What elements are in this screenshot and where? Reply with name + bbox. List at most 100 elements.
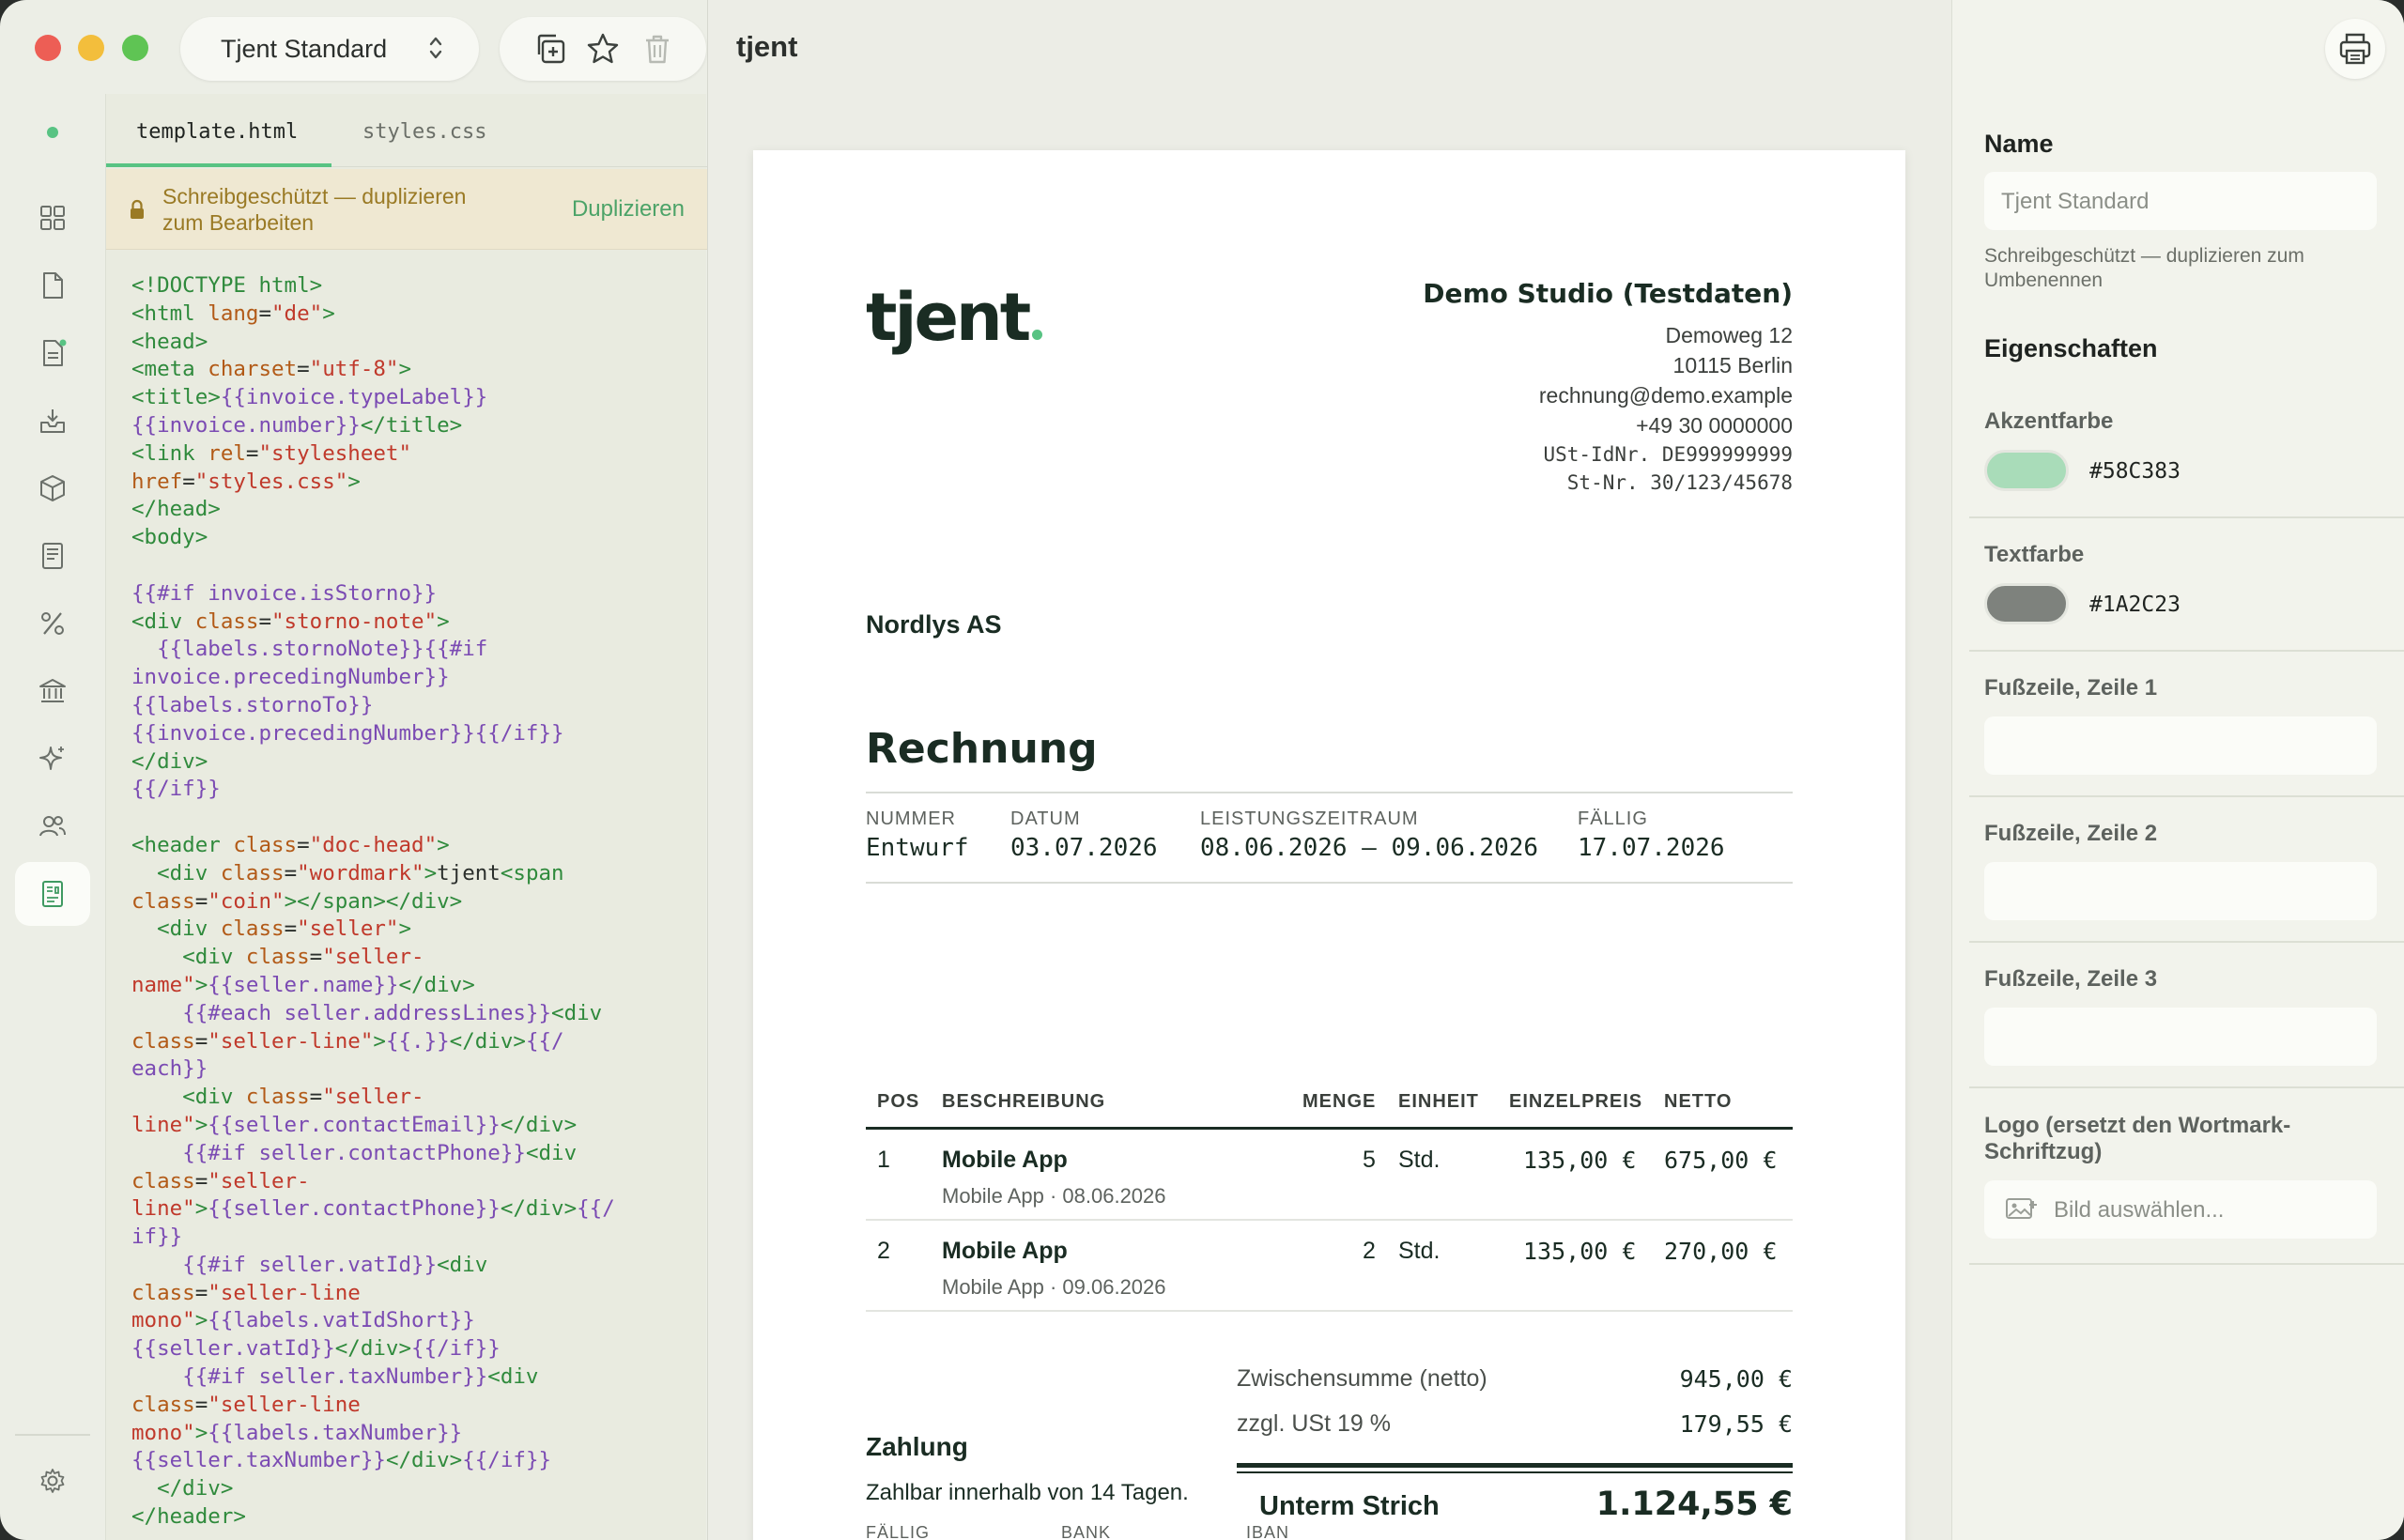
wordmark-text: tjent [866,279,1031,356]
meta-number: NUMMER Entwurf [866,808,969,862]
bank-icon [39,679,66,702]
cell-description: Mobile App [942,1238,1068,1264]
cell-unit: Std. [1398,1147,1441,1173]
meta-date: DATUM 03.07.2026 [1010,808,1158,862]
invoice-icon [43,339,67,366]
meta-value: 08.06.2026 – 09.06.2026 [1200,834,1539,862]
text-color-hex: #1A2C23 [2089,593,2181,617]
active-tab-indicator [106,163,331,167]
tab-styles-css[interactable]: styles.css [362,120,486,144]
section-divider [1969,941,2404,943]
editor-tabs: template.html styles.css [106,94,707,167]
receipt-icon [42,543,63,569]
zoom-window-button[interactable] [122,35,148,61]
nav-ai[interactable] [34,740,71,778]
print-button[interactable] [2325,19,2385,79]
nav-products[interactable] [34,470,71,507]
app-window: Tjent Standard template.html styles.css … [0,0,2404,1540]
total-rule [1237,1463,1793,1468]
section-divider [1969,795,2404,797]
readonly-banner: Schreibgeschützt — duplizieren zum Bearb… [106,169,707,250]
table-row: 1 Mobile App Mobile App · 08.06.2026 5 S… [866,1130,1793,1221]
name-field[interactable]: Tjent Standard [1984,172,2377,230]
nav-contacts[interactable] [34,808,71,845]
vat-row: zzgl. USt 19 % 179,55 € [1237,1410,1793,1438]
buyer-name: Nordlys AS [866,610,1002,639]
text-color-swatch[interactable] [1984,583,2069,624]
nav-receipts[interactable] [34,537,71,575]
meta-service-period: LEISTUNGSZEITRAUM 08.06.2026 – 09.06.202… [1200,808,1538,862]
cell-net: 270,00 € [1664,1238,1778,1265]
nav-rail [0,94,105,1540]
duplicate-button[interactable] [533,32,567,66]
column-header: MENGE [1302,1091,1377,1112]
column-header: EINZELPREIS [1509,1091,1643,1112]
subtotal-label: Zwischensumme (netto) [1237,1365,1487,1392]
preview-canvas: tjent tjent Demo Studio (Testdaten) Demo… [707,0,1952,1540]
box-icon [40,475,65,501]
footer-line1-field[interactable] [1984,716,2377,775]
payment-label: FÄLLIG [866,1523,931,1540]
meta-label: FÄLLIG [1578,808,1648,829]
favorite-button[interactable] [586,32,620,66]
wordmark: tjent [866,279,1043,356]
nav-inbox[interactable] [34,402,71,439]
cell-net: 675,00 € [1664,1147,1778,1174]
cell-quantity: 5 [1363,1147,1376,1173]
payment-label: IBAN [1246,1523,1290,1540]
text-color-label: Textfarbe [1984,542,2085,567]
nav-taxes[interactable] [34,605,71,642]
star-icon [587,33,619,64]
close-window-button[interactable] [35,35,61,61]
table-row: 2 Mobile App Mobile App · 09.06.2026 2 S… [866,1221,1793,1312]
wordmark-coin [1032,330,1043,340]
cell-description: Mobile App [942,1147,1068,1173]
payment-label: BANK [1061,1523,1112,1540]
cell-description-sub: Mobile App · 09.06.2026 [942,1275,1166,1299]
seller-phone: +49 30 0000000 [1636,413,1793,438]
seller-email: rechnung@demo.example [1538,383,1793,408]
accent-color-swatch[interactable] [1984,450,2069,491]
minimize-window-button[interactable] [78,35,104,61]
preview-toolbar: tjent [708,0,1952,98]
seller-address-line: 10115 Berlin [1672,353,1793,377]
delete-button[interactable] [640,32,674,66]
nav-dashboard[interactable] [34,199,71,237]
name-hint: Schreibgeschützt — duplizieren zum Umben… [1984,245,2304,291]
column-header: POS [877,1091,920,1112]
nav-bank[interactable] [34,672,71,710]
template-selector[interactable]: Tjent Standard [180,17,479,81]
payment-terms: Zahlbar innerhalb von 14 Tagen. [866,1480,1189,1505]
copy-icon [537,34,565,64]
seller-tax-number: St-Nr. 30/123/45678 [1566,471,1793,494]
document-icon [43,272,63,299]
vat-label: zzgl. USt 19 % [1237,1410,1391,1437]
chevron-updown-icon [429,37,442,59]
cell-pos: 2 [877,1238,890,1264]
nav-settings[interactable] [34,1462,71,1500]
total-label: Unterm Strich [1259,1491,1440,1521]
section-divider [1969,1263,2404,1265]
nav-invoices[interactable] [34,334,71,372]
tab-template-html[interactable]: template.html [136,120,298,144]
vat-value: 179,55 € [1679,1410,1793,1438]
template-actions [500,17,706,81]
nav-documents[interactable] [34,267,71,304]
total-value: 1.124,55 € [1595,1486,1793,1523]
duplicate-link[interactable]: Duplizieren [572,196,685,223]
footer-line3-field[interactable] [1984,1008,2377,1066]
cell-unit-price: 135,00 € [1523,1238,1637,1265]
preview-title: tjent [736,30,798,63]
code-content[interactable]: <!DOCTYPE html> <html lang="de"> <head> … [131,272,695,1532]
seller-address-line: Demoweg 12 [1665,323,1793,347]
cell-pos: 1 [877,1147,890,1173]
logo-picker[interactable]: Bild auswählen... [1984,1180,2377,1239]
invoice-meta: NUMMER Entwurf DATUM 03.07.2026 LEISTUNG… [866,792,1793,884]
nav-templates[interactable] [34,875,71,913]
seller-block: Demo Studio (Testdaten) Demoweg 12 10115… [1423,278,1793,497]
footer-line2-field[interactable] [1984,862,2377,920]
template-icon [42,881,63,907]
document-title: Rechnung [866,725,1098,773]
subtotal-row: Zwischensumme (netto) 945,00 € [1237,1365,1793,1393]
meta-due-date: FÄLLIG 17.07.2026 [1578,808,1725,862]
